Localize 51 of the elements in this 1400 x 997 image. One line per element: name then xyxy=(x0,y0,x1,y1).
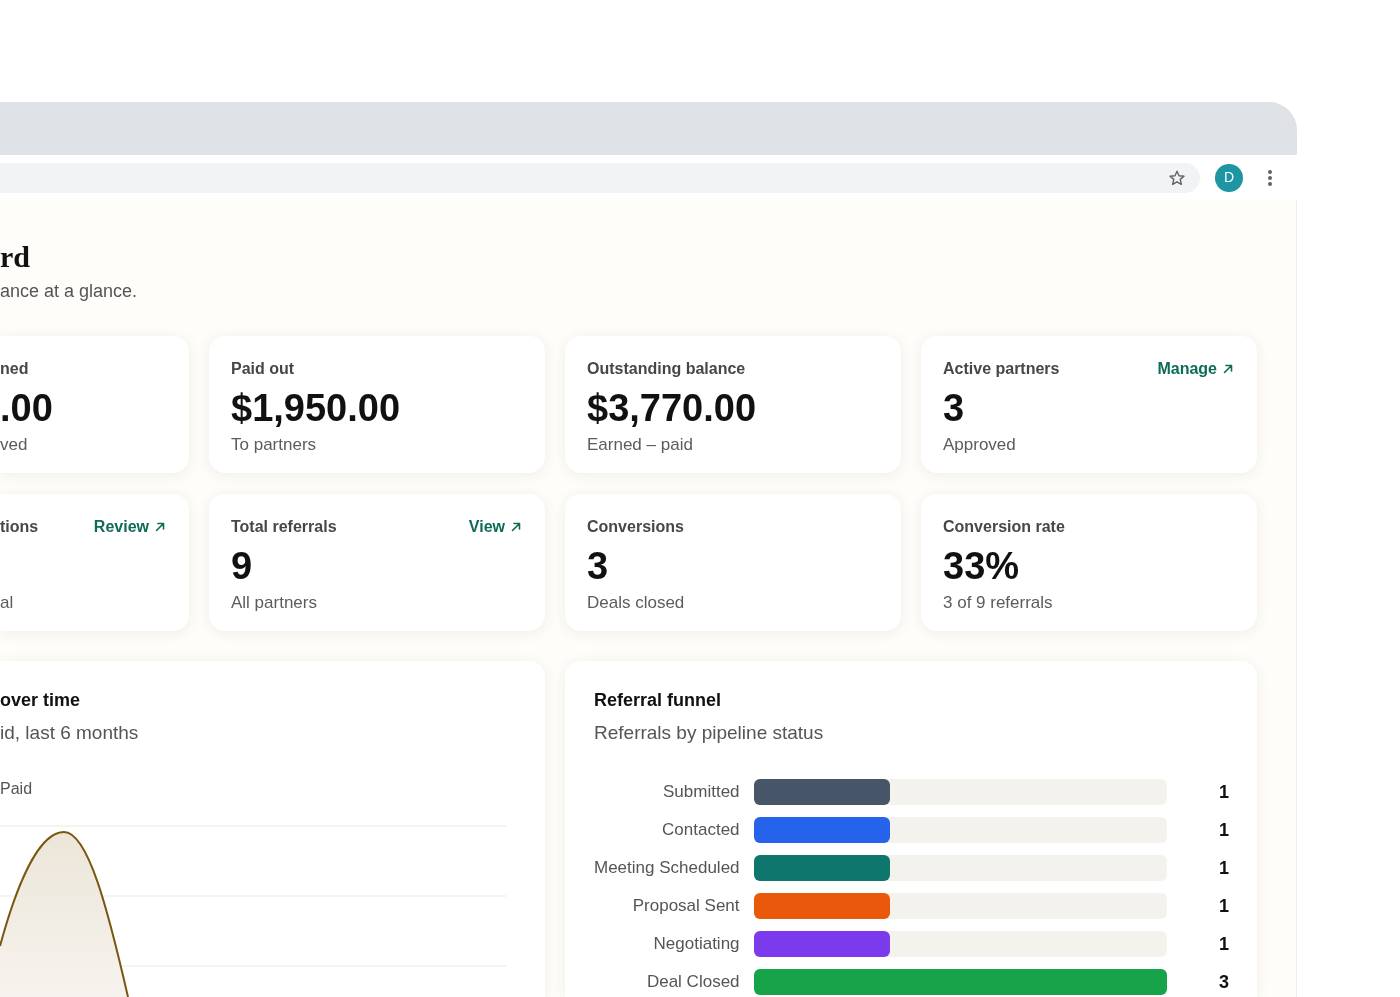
chart-title: over time xyxy=(0,689,82,712)
card-label: Active partners xyxy=(943,359,1060,379)
card-label: Conversions xyxy=(587,517,684,537)
card-value: 3 xyxy=(587,544,610,588)
stage-label: Submitted xyxy=(662,781,740,803)
funnel-title: Referral funnel xyxy=(594,689,723,712)
card-value: 9 xyxy=(231,544,254,588)
arrow-icon xyxy=(511,522,521,532)
stage-label: Deal Closed xyxy=(645,971,740,993)
stage-label: Meeting Scheduled xyxy=(594,857,740,879)
card-link[interactable]: Review xyxy=(93,516,165,538)
avatar[interactable]: D xyxy=(1215,163,1243,192)
stage-count: 1 xyxy=(1218,895,1229,918)
card-label: tions xyxy=(0,517,39,537)
page-title: rd xyxy=(0,239,31,275)
card-label: ned xyxy=(0,359,29,379)
star-icon[interactable] xyxy=(1169,169,1185,186)
card-link[interactable]: Manage xyxy=(1157,358,1233,380)
card-label: Paid out xyxy=(231,359,295,379)
stage-label: Proposal Sent xyxy=(631,895,740,917)
funnel-subtitle: Referrals by pipeline status xyxy=(594,721,825,745)
menu-icon[interactable] xyxy=(1268,169,1272,186)
page-subtitle: ance at a glance. xyxy=(0,280,139,303)
card-note: All partners xyxy=(231,592,318,614)
card-note: Deals closed xyxy=(587,592,686,614)
card-label: Total referrals xyxy=(231,517,337,537)
arrow-icon xyxy=(155,522,165,532)
legend-label: Paid xyxy=(0,779,34,799)
card-value: $1,950.00 xyxy=(231,386,402,430)
card-note: Earned – paid xyxy=(587,434,694,456)
chart-subtitle: id, last 6 months xyxy=(0,721,140,745)
card-note: al xyxy=(0,592,15,614)
card-note: ved xyxy=(0,434,29,456)
card-value: $3,770.00 xyxy=(587,386,758,430)
stage-count: 1 xyxy=(1218,819,1229,842)
arrow-icon xyxy=(1223,364,1233,374)
card-value: 3 xyxy=(943,386,966,430)
stage-count: 1 xyxy=(1218,781,1229,804)
card-value: 33% xyxy=(943,544,1021,588)
card-value: .00 xyxy=(0,386,54,430)
card-note: 3 of 9 referrals xyxy=(943,592,1054,614)
stage-count: 1 xyxy=(1218,857,1229,880)
card-label: Outstanding balance xyxy=(587,359,746,379)
card-note: To partners xyxy=(231,434,318,456)
stage-label: Contacted xyxy=(661,819,740,841)
stage-label: Negotiating xyxy=(652,933,740,955)
stage-count: 1 xyxy=(1218,933,1229,956)
card-link[interactable]: View xyxy=(468,516,521,538)
card-note: Approved xyxy=(943,434,1017,456)
card-label: Conversion rate xyxy=(943,517,1065,537)
stage-count: 3 xyxy=(1218,971,1229,994)
